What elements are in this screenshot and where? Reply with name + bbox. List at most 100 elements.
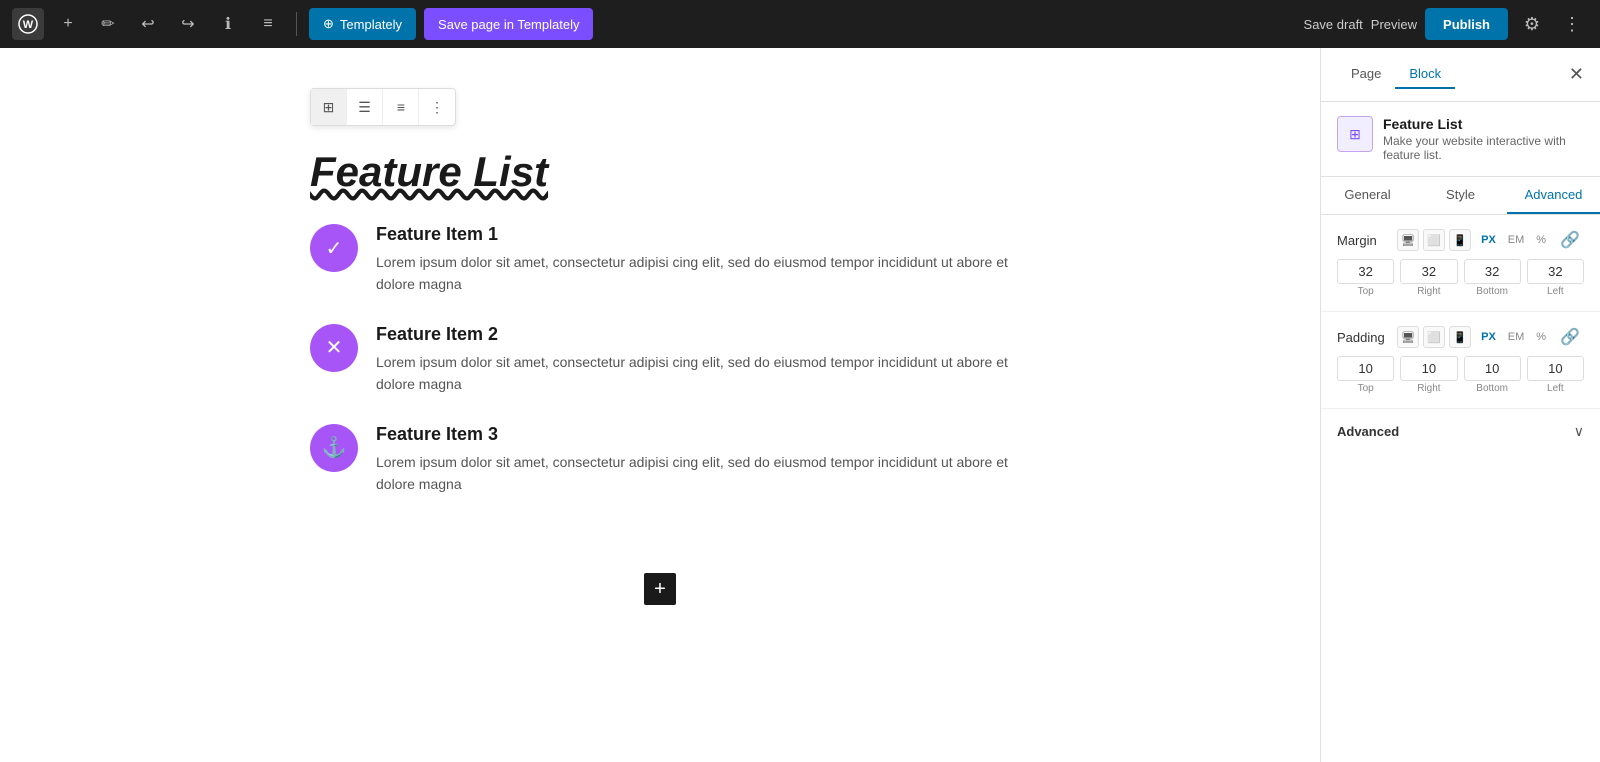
templately-button[interactable]: ⊕ Templately — [309, 8, 416, 40]
margin-bottom-group: Bottom — [1464, 259, 1521, 297]
padding-bottom-label: Bottom — [1476, 383, 1508, 394]
padding-tablet-icon[interactable]: ⬜ — [1423, 326, 1445, 348]
more-options-button[interactable]: ⋮ — [1556, 8, 1588, 40]
feature-list-icon: ⊞ — [1349, 126, 1361, 143]
pencil-icon: ✏ — [101, 14, 114, 34]
margin-top-label: Top — [1358, 286, 1374, 297]
advanced-section: Advanced ∨ — [1321, 409, 1600, 454]
margin-icons: 🖥 ⬜ 📱 — [1397, 229, 1471, 251]
list-view-button[interactable]: ≡ — [252, 8, 284, 40]
preview-button[interactable]: Preview — [1371, 17, 1417, 32]
margin-top-input[interactable] — [1337, 259, 1394, 284]
margin-right-input[interactable] — [1400, 259, 1457, 284]
page-tab[interactable]: Page — [1337, 60, 1395, 89]
tab-general[interactable]: General — [1321, 177, 1414, 214]
close-icon: ✕ — [1569, 64, 1584, 84]
feature-item-1: ✓ Feature Item 1 Lorem ipsum dolor sit a… — [310, 224, 1010, 296]
advanced-section-label: Advanced — [1337, 424, 1399, 439]
margin-top-group: Top — [1337, 259, 1394, 297]
block-toolbar-grid-button[interactable]: ⊞ — [311, 89, 347, 125]
feature-icon-3: ⚓ — [310, 424, 358, 472]
padding-right-group: Right — [1400, 356, 1457, 394]
settings-button[interactable]: ⚙ — [1516, 8, 1548, 40]
undo-button[interactable]: ↩ — [132, 8, 164, 40]
main-layout: ⊞ ☰ ≡ ⋮ Feature List ✓ — [0, 48, 1600, 762]
padding-link-icon[interactable]: 🔗 — [1556, 327, 1584, 347]
padding-mobile-icon[interactable]: 📱 — [1449, 326, 1471, 348]
block-tab[interactable]: Block — [1395, 60, 1455, 89]
feature-icon-2: ✕ — [310, 324, 358, 372]
padding-units: PX EM % — [1477, 329, 1550, 345]
block-info: ⊞ Feature List Make your website interac… — [1321, 102, 1600, 177]
margin-mobile-icon[interactable]: 📱 — [1449, 229, 1471, 251]
panel-tabs: General Style Advanced — [1321, 177, 1600, 215]
plus-icon: + — [63, 15, 72, 33]
block-toolbar-align-center-button[interactable]: ≡ — [383, 89, 419, 125]
padding-label: Padding — [1337, 330, 1385, 345]
margin-header-row: Margin 🖥 ⬜ 📱 PX EM % 🔗 — [1337, 229, 1584, 251]
info-button[interactable]: ℹ — [212, 8, 244, 40]
ellipsis-icon: ⋮ — [430, 99, 444, 116]
add-block-button[interactable]: + — [644, 573, 676, 605]
edit-button[interactable]: ✏ — [92, 8, 124, 40]
padding-unit-px[interactable]: PX — [1477, 329, 1500, 345]
padding-unit-em[interactable]: EM — [1504, 329, 1529, 345]
save-page-label: Save page in Templately — [438, 17, 579, 32]
editor-area: ⊞ ☰ ≡ ⋮ Feature List ✓ — [0, 48, 1320, 762]
feature-item-3: ⚓ Feature Item 3 Lorem ipsum dolor sit a… — [310, 424, 1010, 496]
chevron-down-icon: ∨ — [1574, 423, 1584, 440]
block-toolbar-align-left-button[interactable]: ☰ — [347, 89, 383, 125]
margin-bottom-input[interactable] — [1464, 259, 1521, 284]
margin-tablet-icon[interactable]: ⬜ — [1423, 229, 1445, 251]
toolbar-divider — [296, 12, 297, 36]
feature-item-1-desc: Lorem ipsum dolor sit amet, consectetur … — [376, 251, 1010, 296]
gear-icon: ⚙ — [1524, 14, 1540, 34]
padding-header-row: Padding 🖥 ⬜ 📱 PX EM % 🔗 — [1337, 326, 1584, 348]
check-icon: ✓ — [326, 236, 343, 261]
padding-bottom-input[interactable] — [1464, 356, 1521, 381]
feature-item-2-desc: Lorem ipsum dolor sit amet, consectetur … — [376, 351, 1010, 396]
anchor-icon: ⚓ — [322, 435, 347, 460]
add-block-toolbar-button[interactable]: + — [52, 8, 84, 40]
block-toolbar: ⊞ ☰ ≡ ⋮ — [310, 88, 456, 126]
padding-left-group: Left — [1527, 356, 1584, 394]
padding-icons: 🖥 ⬜ 📱 — [1397, 326, 1471, 348]
tab-advanced[interactable]: Advanced — [1507, 177, 1600, 214]
feature-icon-1: ✓ — [310, 224, 358, 272]
padding-right-input[interactable] — [1400, 356, 1457, 381]
save-page-button[interactable]: Save page in Templately — [424, 8, 593, 40]
margin-unit-px[interactable]: PX — [1477, 232, 1500, 248]
sidebar-tabs: Page Block — [1337, 60, 1455, 89]
margin-right-group: Right — [1400, 259, 1457, 297]
margin-link-icon[interactable]: 🔗 — [1556, 230, 1584, 250]
feature-item-2-content: Feature Item 2 Lorem ipsum dolor sit ame… — [376, 324, 1010, 396]
padding-desktop-icon[interactable]: 🖥 — [1397, 326, 1419, 348]
publish-button[interactable]: Publish — [1425, 8, 1508, 40]
margin-desktop-icon[interactable]: 🖥 — [1397, 229, 1419, 251]
margin-left-input[interactable] — [1527, 259, 1584, 284]
feature-item-1-title: Feature Item 1 — [376, 224, 1010, 245]
templately-icon: ⊕ — [323, 16, 334, 32]
undo-icon: ↩ — [141, 14, 154, 34]
redo-icon: ↪ — [181, 14, 194, 34]
feature-list-block: Feature List ✓ Feature Item 1 Lorem ipsu… — [310, 138, 1010, 533]
list-icon: ≡ — [263, 15, 272, 33]
margin-unit-em[interactable]: EM — [1504, 232, 1529, 248]
block-info-icon: ⊞ — [1337, 116, 1373, 152]
editor-content: ⊞ ☰ ≡ ⋮ Feature List ✓ — [310, 88, 1010, 605]
padding-section: Padding 🖥 ⬜ 📱 PX EM % 🔗 — [1321, 312, 1600, 409]
padding-unit-pct[interactable]: % — [1532, 329, 1550, 345]
feature-item-3-content: Feature Item 3 Lorem ipsum dolor sit ame… — [376, 424, 1010, 496]
padding-left-input[interactable] — [1527, 356, 1584, 381]
sidebar-close-button[interactable]: ✕ — [1569, 64, 1584, 85]
save-draft-button[interactable]: Save draft — [1304, 17, 1363, 32]
redo-button[interactable]: ↪ — [172, 8, 204, 40]
padding-bottom-group: Bottom — [1464, 356, 1521, 394]
block-toolbar-more-button[interactable]: ⋮ — [419, 89, 455, 125]
advanced-section-header[interactable]: Advanced ∨ — [1337, 423, 1584, 440]
tab-style[interactable]: Style — [1414, 177, 1507, 214]
feature-item-2: ✕ Feature Item 2 Lorem ipsum dolor sit a… — [310, 324, 1010, 396]
padding-top-input[interactable] — [1337, 356, 1394, 381]
templately-label: Templately — [340, 17, 402, 32]
margin-unit-pct[interactable]: % — [1532, 232, 1550, 248]
